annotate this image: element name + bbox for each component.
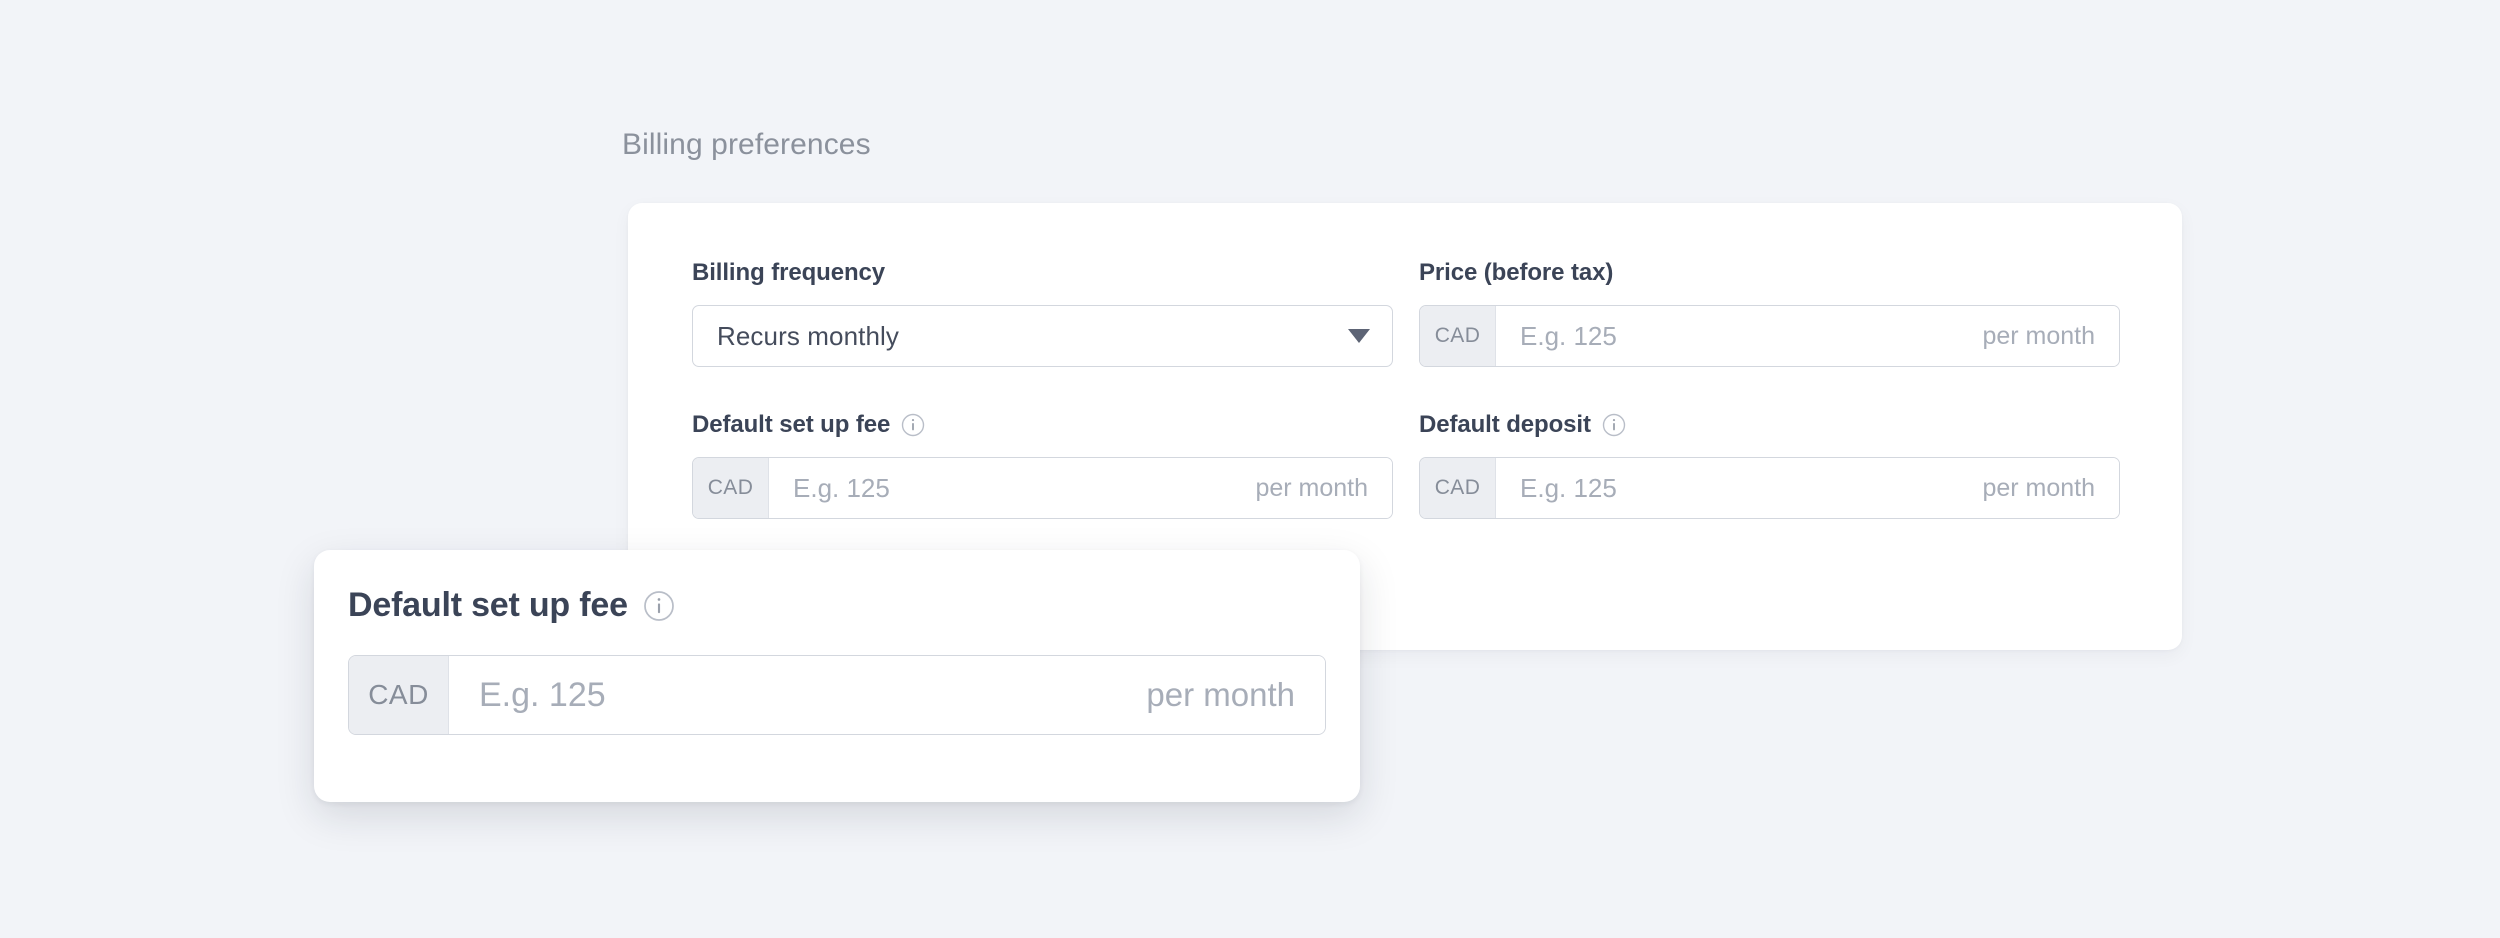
default-set-up-fee-suffix: per month xyxy=(1255,473,1368,502)
default-deposit-input-group[interactable]: CAD per month xyxy=(1419,457,2120,519)
price-before-tax-input[interactable] xyxy=(1520,320,1967,352)
currency-chip-cad: CAD xyxy=(349,656,449,734)
price-before-tax-input-group[interactable]: CAD per month xyxy=(1419,305,2120,367)
billing-frequency-label: Billing frequency xyxy=(692,259,1393,287)
default-deposit-input[interactable] xyxy=(1520,472,1967,504)
billing-frequency-label-text: Billing frequency xyxy=(692,259,885,286)
zoom-callout-label-text: Default set up fee xyxy=(348,586,628,624)
zoom-callout-content: Default set up fee CAD per month xyxy=(348,586,1326,735)
field-default-set-up-fee: Default set up fee CAD per month xyxy=(692,411,1393,519)
chevron-down-icon[interactable] xyxy=(1348,329,1370,343)
field-billing-frequency: Billing frequency Recurs monthly xyxy=(692,259,1393,367)
field-price-before-tax: Price (before tax) CAD per month xyxy=(1419,259,2120,367)
currency-chip-cad: CAD xyxy=(1420,458,1496,518)
zoom-callout-suffix: per month xyxy=(1146,676,1295,713)
billing-frequency-select[interactable]: Recurs monthly xyxy=(692,305,1393,367)
zoom-callout-input-group[interactable]: CAD per month xyxy=(348,655,1326,735)
field-default-deposit: Default deposit CAD per month xyxy=(1419,411,2120,519)
info-circle-icon[interactable] xyxy=(643,590,675,622)
default-set-up-fee-label-text: Default set up fee xyxy=(692,411,891,438)
zoom-callout-input-body[interactable]: per month xyxy=(449,656,1325,734)
default-deposit-suffix: per month xyxy=(1982,473,2095,502)
page-title: Billing preferences xyxy=(622,128,871,161)
zoom-callout-label: Default set up fee xyxy=(348,586,1326,625)
default-deposit-label-text: Default deposit xyxy=(1419,411,1591,438)
currency-chip-cad: CAD xyxy=(693,458,769,518)
default-deposit-input-body[interactable]: per month xyxy=(1496,458,2119,518)
billing-frequency-selected-value: Recurs monthly xyxy=(717,320,900,351)
billing-fields-grid: Billing frequency Recurs monthly Price (… xyxy=(692,259,2120,519)
info-circle-icon[interactable] xyxy=(1602,413,1626,437)
zoom-callout-default-set-up-fee: Default set up fee CAD per month xyxy=(314,550,1360,802)
price-before-tax-label: Price (before tax) xyxy=(1419,259,2120,287)
default-set-up-fee-input-body[interactable]: per month xyxy=(769,458,1392,518)
default-set-up-fee-input-group[interactable]: CAD per month xyxy=(692,457,1393,519)
default-deposit-label: Default deposit xyxy=(1419,411,2120,439)
default-set-up-fee-input[interactable] xyxy=(793,472,1240,504)
info-circle-icon[interactable] xyxy=(901,413,925,437)
price-before-tax-suffix: per month xyxy=(1982,321,2095,350)
price-before-tax-label-text: Price (before tax) xyxy=(1419,259,1614,286)
currency-chip-cad: CAD xyxy=(1420,306,1496,366)
zoom-callout-input[interactable] xyxy=(479,675,1131,715)
price-before-tax-input-body[interactable]: per month xyxy=(1496,306,2119,366)
default-set-up-fee-label: Default set up fee xyxy=(692,411,1393,439)
